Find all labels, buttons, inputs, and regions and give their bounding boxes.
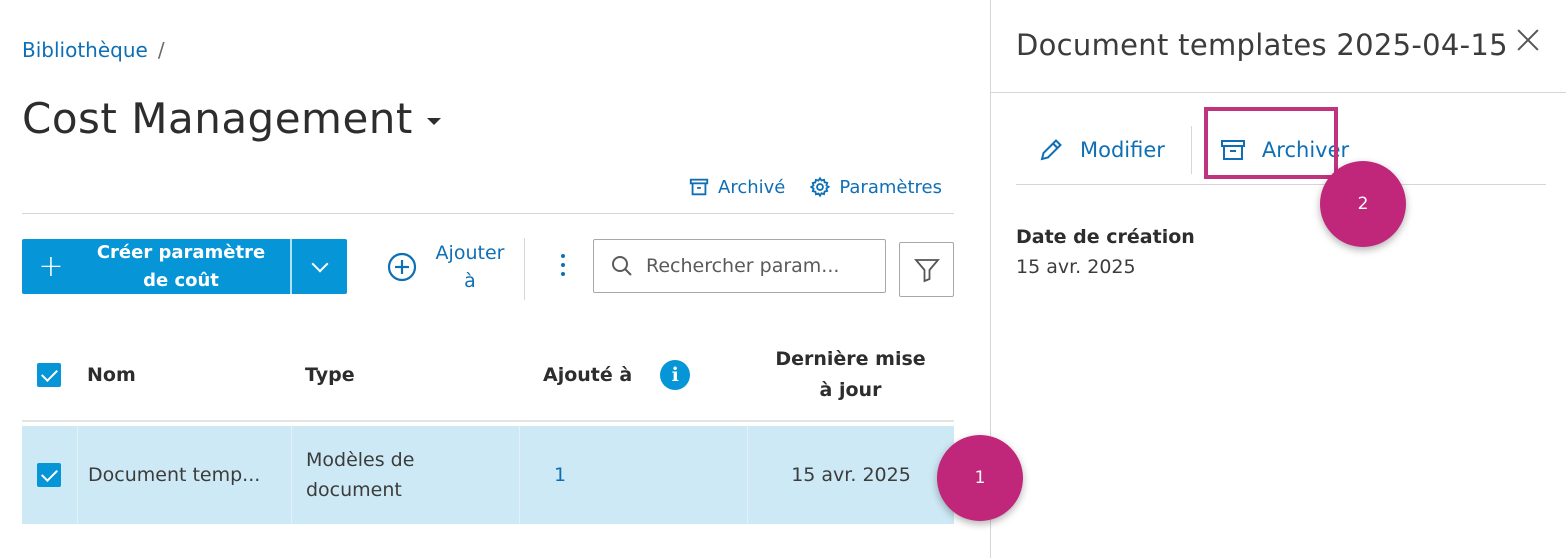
edit-button-label: Modifier <box>1080 137 1165 162</box>
breadcrumb-separator: / <box>157 38 165 62</box>
circle-plus-icon <box>387 252 417 282</box>
page-title-text: Cost Management <box>22 94 413 143</box>
divider <box>22 213 954 214</box>
row-added-to-link[interactable]: 1 <box>520 426 748 524</box>
column-header-last-updated[interactable]: Dernière mise à jour <box>747 344 954 406</box>
plus-icon: + <box>38 249 64 284</box>
caret-down-icon[interactable] <box>426 118 441 125</box>
column-header-added-to[interactable]: Ajouté à i <box>519 360 747 390</box>
toolbar-divider <box>524 238 525 300</box>
callout-badge-1: 1 <box>937 435 1023 521</box>
panel-title: Document templates 2025-04-15 <box>1016 28 1508 62</box>
column-header-added-to-label: Ajouté à <box>543 364 633 386</box>
row-type-line1: Modèles de <box>306 449 415 471</box>
column-header-updated-line1: Dernière mise <box>775 348 926 370</box>
create-button-label: Créer paramètre de coût <box>80 239 290 295</box>
created-date-value: 15 avr. 2025 <box>1016 256 1136 278</box>
close-icon[interactable] <box>1516 28 1540 52</box>
parameters-table: Nom Type Ajouté à i Dernière mise à jour… <box>22 330 954 524</box>
column-header-type[interactable]: Type <box>291 364 519 386</box>
row-checkbox[interactable] <box>37 463 61 487</box>
search-icon <box>612 256 632 276</box>
edit-button[interactable]: Modifier <box>1016 120 1185 180</box>
details-panel: Document templates 2025-04-15 Modifier A… <box>990 0 1566 558</box>
archived-link[interactable]: Archivé <box>688 176 785 198</box>
add-to-label-line1: Ajouter <box>435 242 505 264</box>
create-label-line2: de coût <box>143 269 219 291</box>
callout-badge-2: 2 <box>1320 161 1406 247</box>
create-label-line1: Créer paramètre <box>96 241 266 263</box>
row-type: Modèles de document <box>292 426 520 524</box>
row-last-updated: 15 avr. 2025 <box>791 463 911 486</box>
split-divider <box>290 239 292 294</box>
create-dropdown-button[interactable] <box>292 239 347 294</box>
breadcrumb: Bibliothèque / <box>22 38 165 62</box>
chevron-down-icon <box>311 255 328 272</box>
created-date-label: Date de création <box>1016 226 1195 248</box>
column-header-name[interactable]: Nom <box>77 364 291 386</box>
action-divider <box>1190 125 1192 174</box>
archive-icon <box>689 178 709 196</box>
main-content: Bibliothèque / Cost Management Archivé P… <box>0 0 990 558</box>
row-type-line2: document <box>306 479 402 501</box>
search-box <box>593 239 886 293</box>
pencil-icon <box>1040 138 1062 160</box>
create-cost-parameter-button[interactable]: + Créer paramètre de coût <box>22 239 290 294</box>
gear-icon <box>810 176 831 198</box>
table-row[interactable]: Document temp... Modèles de document 1 15… <box>22 426 954 524</box>
settings-link-label: Paramètres <box>839 176 942 198</box>
settings-link[interactable]: Paramètres <box>809 176 942 198</box>
filter-button[interactable] <box>899 242 954 297</box>
table-header: Nom Type Ajouté à i Dernière mise à jour <box>22 330 954 422</box>
more-options-icon[interactable] <box>553 254 573 284</box>
create-cost-parameter-split-button: + Créer paramètre de coût <box>22 239 347 294</box>
column-header-updated-line2: à jour <box>819 379 882 401</box>
search-input[interactable] <box>646 255 866 277</box>
select-all-checkbox[interactable] <box>37 363 61 387</box>
top-links: Archivé Paramètres <box>688 176 942 198</box>
add-to-label: Ajouter à <box>430 239 510 295</box>
breadcrumb-library-link[interactable]: Bibliothèque <box>22 38 148 62</box>
panel-divider <box>991 92 1566 93</box>
add-to-label-line2: à <box>464 270 476 292</box>
page-title[interactable]: Cost Management <box>22 94 441 143</box>
info-icon[interactable]: i <box>660 360 691 390</box>
archived-link-label: Archivé <box>718 176 786 198</box>
archive-highlight-box <box>1204 107 1338 179</box>
row-name: Document temp... <box>78 426 292 524</box>
filter-icon <box>913 258 940 282</box>
add-to-button[interactable]: Ajouter à <box>386 239 510 295</box>
